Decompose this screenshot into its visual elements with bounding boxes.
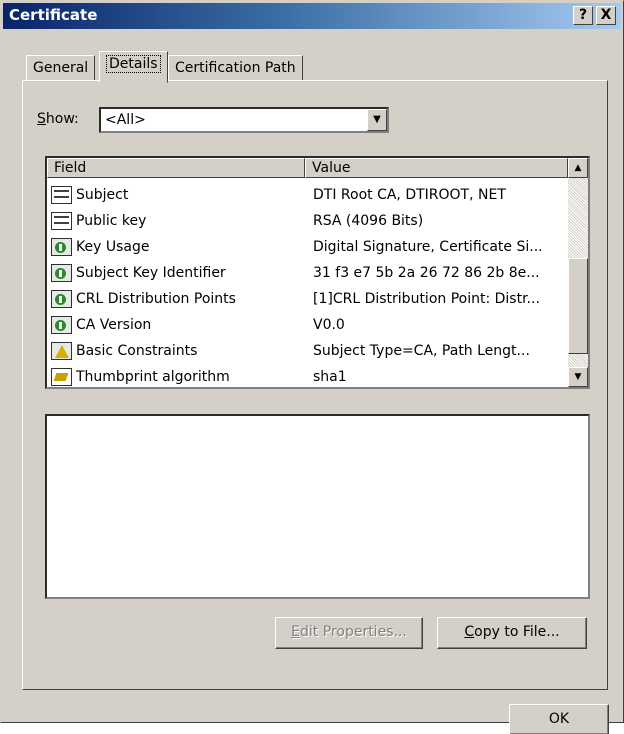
list-item[interactable]: CA Version V0.0 <box>49 313 559 339</box>
cert-field-icon <box>51 212 72 230</box>
close-icon: X <box>600 7 612 23</box>
list-item-value: RSA (4096 Bits) <box>313 213 424 229</box>
show-dropdown[interactable]: <All> ▼ <box>99 107 389 133</box>
dropdown-arrow-button[interactable]: ▼ <box>367 109 387 131</box>
chevron-down-icon: ▼ <box>373 114 381 125</box>
extension-icon <box>51 238 72 256</box>
list-item-field: Thumbprint algorithm <box>76 369 230 385</box>
copy-to-file-label: opy to File... <box>474 624 560 640</box>
help-button[interactable]: ? <box>573 6 593 25</box>
extension-icon <box>51 316 72 334</box>
list-item-field: Subject Key Identifier <box>76 265 226 281</box>
extension-icon <box>51 290 72 308</box>
edit-properties-mnemonic: E <box>291 624 301 640</box>
column-header-value-label: Value <box>312 160 351 176</box>
list-item-field: Key Usage <box>76 239 150 255</box>
title-bar[interactable]: Certificate ? X <box>3 3 621 29</box>
list-item[interactable]: Public key RSA (4096 Bits) <box>49 209 559 235</box>
ok-button-label: OK <box>548 711 570 727</box>
tab-general[interactable]: General <box>26 55 96 81</box>
field-list[interactable]: Field Value Subject DTI Root CA, DTIROOT… <box>45 156 590 389</box>
list-item-field: Public key <box>76 213 147 229</box>
list-item[interactable]: Key Usage Digital Signature, Certificate… <box>49 235 559 261</box>
list-item-value: Digital Signature, Certificate Si... <box>313 239 543 255</box>
tab-certification-path[interactable]: Certification Path <box>168 55 303 81</box>
ok-button[interactable]: OK <box>509 704 609 734</box>
list-item[interactable]: Thumbprint algorithm sha1 <box>49 365 559 387</box>
copy-to-file-mnemonic: C <box>464 624 475 640</box>
property-icon <box>51 368 72 386</box>
tab-certification-path-label: Certification Path <box>175 60 296 76</box>
certificate-dialog: Certificate ? X General Details Certific… <box>0 0 624 734</box>
list-item-value: 31 f3 e7 5b 2a 26 72 86 2b 8e... <box>313 265 540 281</box>
field-detail-box[interactable] <box>45 414 590 599</box>
column-header-field[interactable]: Field <box>47 158 305 178</box>
list-item-field: CRL Distribution Points <box>76 291 236 307</box>
list-item-value: V0.0 <box>313 317 345 333</box>
list-item-value: sha1 <box>313 369 347 385</box>
list-item-value: [1]CRL Distribution Point: Distr... <box>313 291 540 307</box>
list-item-value: DTI Root CA, DTIROOT, NET <box>313 187 506 203</box>
window-title: Certificate <box>9 6 98 24</box>
chevron-down-icon: ▼ <box>574 372 582 382</box>
show-label: Show: <box>37 111 79 127</box>
edit-properties-button: Edit Properties... <box>275 617 423 649</box>
list-scrollbar[interactable]: ▲ ▼ <box>568 158 588 387</box>
critical-extension-icon <box>51 342 72 360</box>
copy-to-file-button[interactable]: Copy to File... <box>437 617 587 649</box>
cert-field-icon <box>51 186 72 204</box>
tab-details-label: Details <box>106 55 161 73</box>
edit-properties-label: dit Properties... <box>300 624 407 640</box>
list-item-value: Subject Type=CA, Path Lengt... <box>313 343 530 359</box>
close-button[interactable]: X <box>596 6 616 25</box>
scroll-up-button[interactable]: ▲ <box>568 158 588 178</box>
show-label-mnemonic: S <box>37 111 46 127</box>
help-icon: ? <box>578 7 588 23</box>
tab-details[interactable]: Details <box>99 51 168 83</box>
list-item[interactable]: Basic Constraints Subject Type=CA, Path … <box>49 339 559 365</box>
extension-icon <box>51 264 72 282</box>
list-item-field: Basic Constraints <box>76 343 198 359</box>
scrollbar-thumb[interactable] <box>568 258 588 354</box>
scroll-down-button[interactable]: ▼ <box>568 367 588 387</box>
list-item[interactable]: Subject Key Identifier 31 f3 e7 5b 2a 26… <box>49 261 559 287</box>
list-item[interactable]: CRL Distribution Points [1]CRL Distribut… <box>49 287 559 313</box>
tab-general-label: General <box>33 60 89 76</box>
list-item-field: CA Version <box>76 317 152 333</box>
chevron-up-icon: ▲ <box>574 163 582 173</box>
show-dropdown-value: <All> <box>105 112 146 128</box>
column-header-value[interactable]: Value <box>305 158 568 178</box>
list-item-field: Subject <box>76 187 129 203</box>
column-header-field-label: Field <box>54 160 87 176</box>
list-item[interactable]: Subject DTI Root CA, DTIROOT, NET <box>49 183 559 209</box>
show-label-text: how: <box>45 111 79 127</box>
